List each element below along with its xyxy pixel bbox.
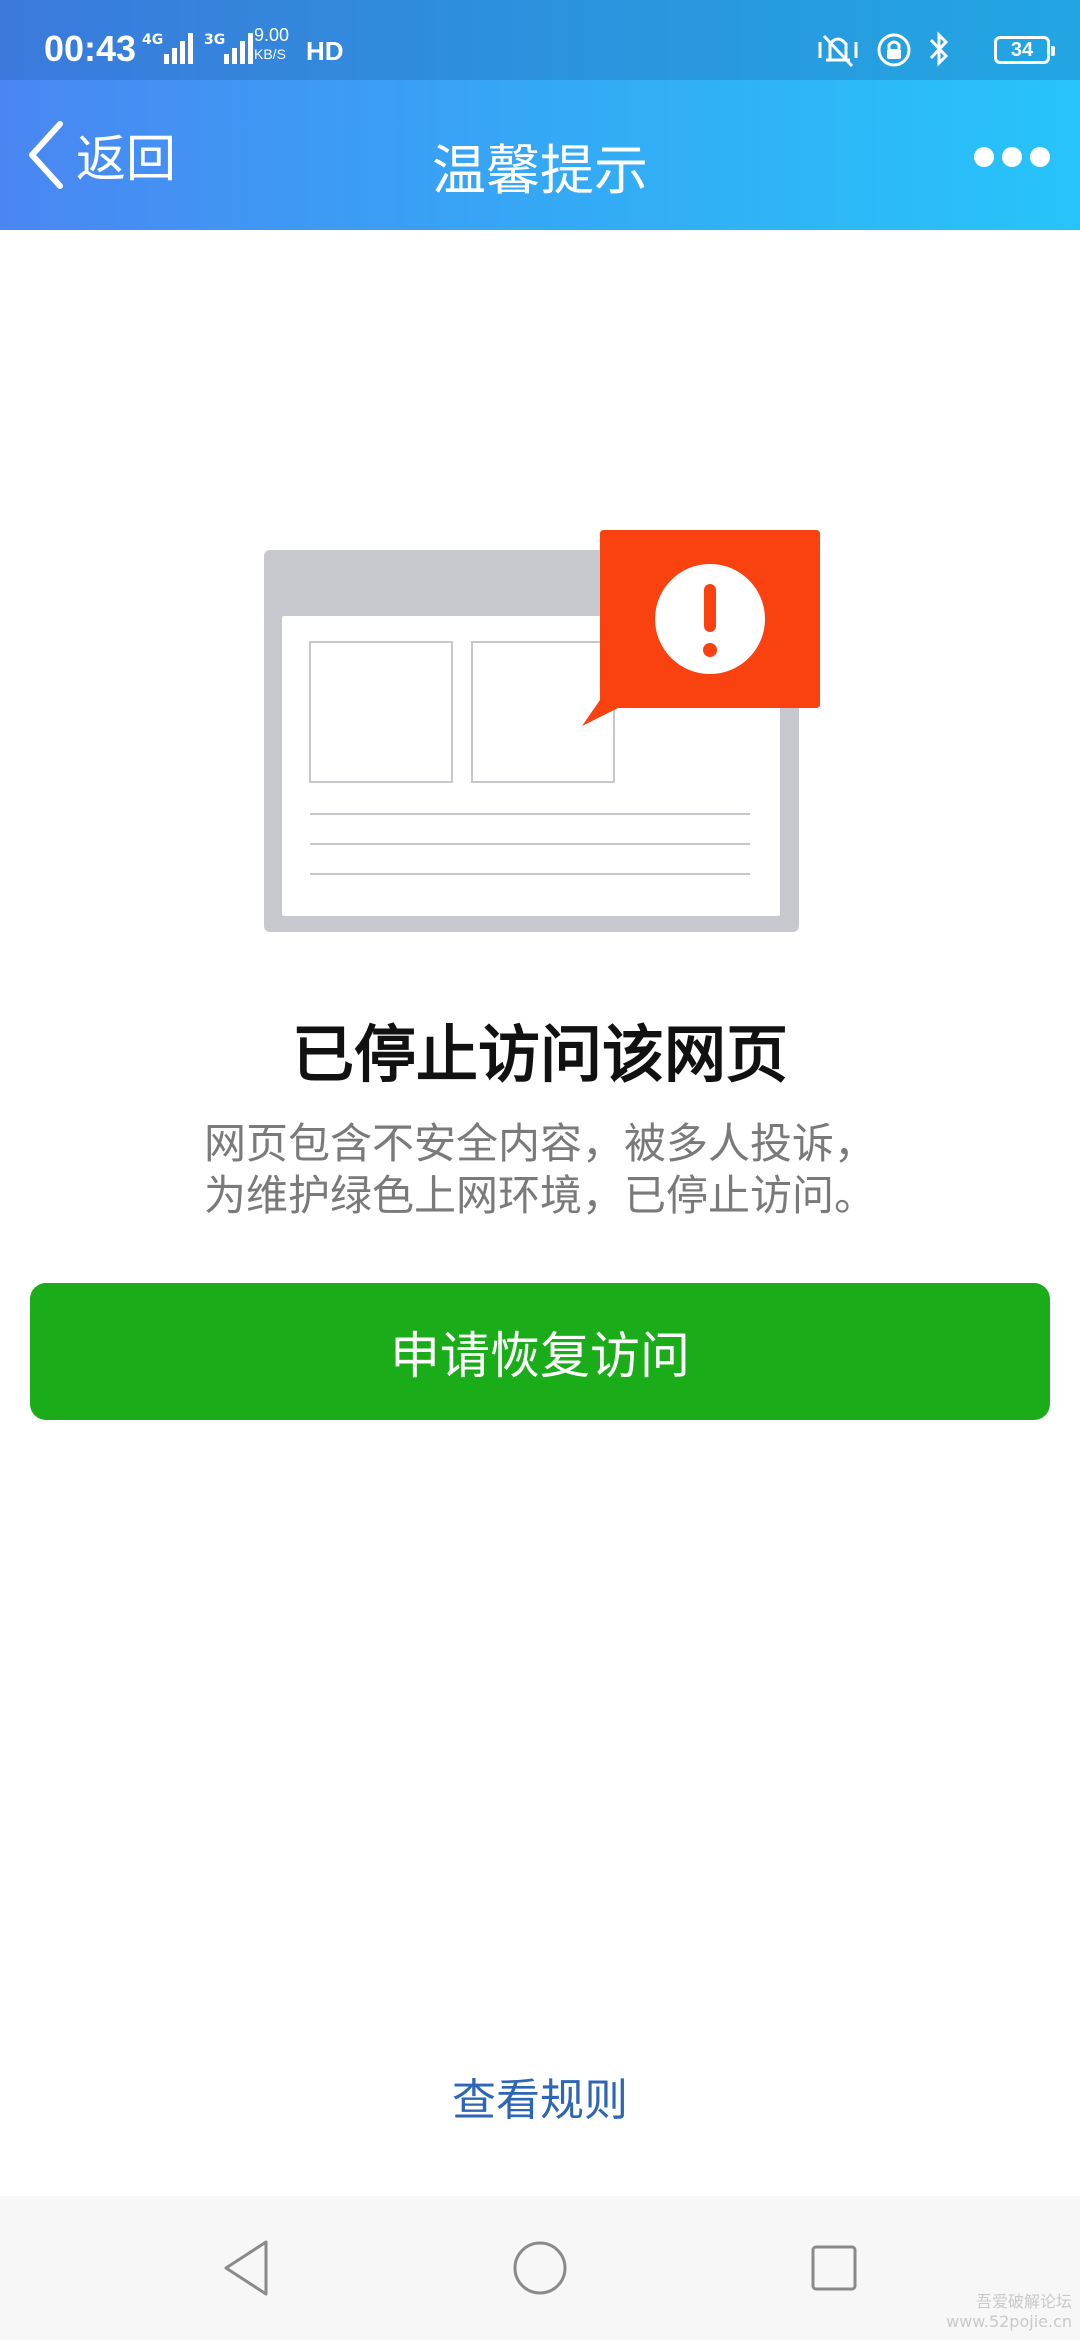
battery-level: 34 xyxy=(1010,39,1034,61)
request-restore-button[interactable]: 申请恢复访问 xyxy=(30,1283,1050,1420)
app-header: 00:43 4G 3G 9.00 KB/S HD 34 返回 温馨提示 xyxy=(0,0,1080,230)
network-speed-unit: KB/S xyxy=(254,46,286,62)
block-description-line-2: 为维护绿色上网环境，已停止访问。 xyxy=(203,1171,876,1220)
status-bar: 00:43 4G 3G 9.00 KB/S HD 34 xyxy=(0,0,1080,80)
nav-recents-icon[interactable] xyxy=(796,2230,872,2306)
block-description-line-1: 网页包含不安全内容，被多人投诉， xyxy=(203,1119,876,1168)
network-speed: 9.00 KB/S xyxy=(254,26,289,64)
alert-bubble-icon xyxy=(582,530,820,726)
vibrate-icon xyxy=(818,34,858,68)
network-speed-value: 9.00 xyxy=(254,25,290,45)
block-title: 已停止访问该网页 xyxy=(291,1018,788,1091)
watermark-line-1: 吾爱破解论坛 xyxy=(975,2292,1072,2311)
rotation-lock-icon xyxy=(877,33,911,67)
nav-bar: 返回 温馨提示 xyxy=(0,80,1080,230)
network-4g-label: 4G xyxy=(142,32,164,48)
more-icon[interactable] xyxy=(972,142,1052,172)
blocked-page-illustration xyxy=(264,530,820,932)
bluetooth-icon xyxy=(929,31,949,67)
block-description: 网页包含不安全内容，被多人投诉， 为维护绿色上网环境，已停止访问。 xyxy=(0,1118,1080,1222)
page-title: 温馨提示 xyxy=(432,139,648,202)
watermark-line-2: www.52pojie.cn xyxy=(946,2312,1072,2331)
hd-voice-label: HD xyxy=(306,36,344,66)
view-rules-link[interactable]: 查看规则 xyxy=(0,2064,1080,2128)
signal-icon xyxy=(164,33,193,64)
nav-back-icon[interactable] xyxy=(208,2230,284,2306)
watermark: 吾爱破解论坛 www.52pojie.cn xyxy=(946,2292,1072,2332)
status-time: 00:43 xyxy=(44,28,137,69)
placeholder-box-1 xyxy=(309,641,453,783)
system-nav-bar xyxy=(0,2196,1080,2340)
nav-home-icon[interactable] xyxy=(502,2230,578,2306)
battery-indicator: 34 xyxy=(994,36,1055,64)
signal-icon-2 xyxy=(224,33,253,64)
